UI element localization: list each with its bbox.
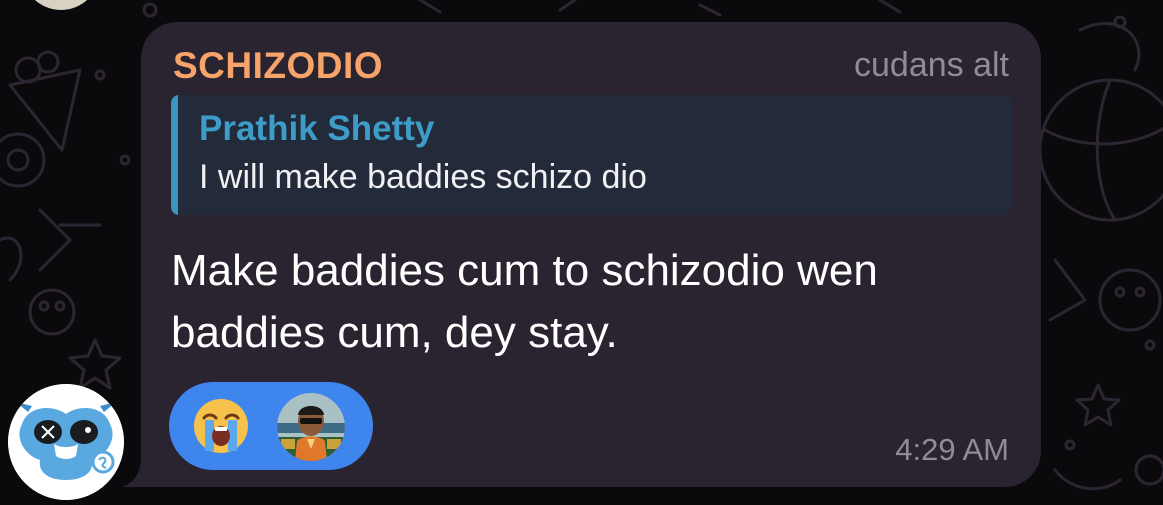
message-line: baddies cum, dey stay. [171, 308, 618, 357]
sender-name[interactable]: SCHIZODIO [173, 45, 383, 87]
loudly-crying-face-emoji-icon [194, 399, 248, 453]
message-timestamp: 4:29 AM [895, 432, 1009, 467]
message-text: Make baddies cum to schizodio wen baddie… [171, 240, 1021, 364]
reply-accent-bar [171, 95, 178, 215]
reply-author: Prathik Shetty [199, 109, 435, 148]
message-bubble[interactable]: SCHIZODIO cudans alt Prathik Shetty I wi… [141, 22, 1041, 487]
sender-avatar[interactable] [8, 384, 124, 500]
reaction-pill[interactable] [169, 382, 373, 470]
reply-text: I will make baddies schizo dio [199, 158, 647, 196]
reply-quote[interactable]: Prathik Shetty I will make baddies schiz… [171, 95, 1011, 215]
message-line: Make baddies cum to schizodio wen [171, 246, 878, 295]
reactor-avatar-icon[interactable] [277, 393, 345, 461]
sender-tag: cudans alt [854, 46, 1009, 84]
